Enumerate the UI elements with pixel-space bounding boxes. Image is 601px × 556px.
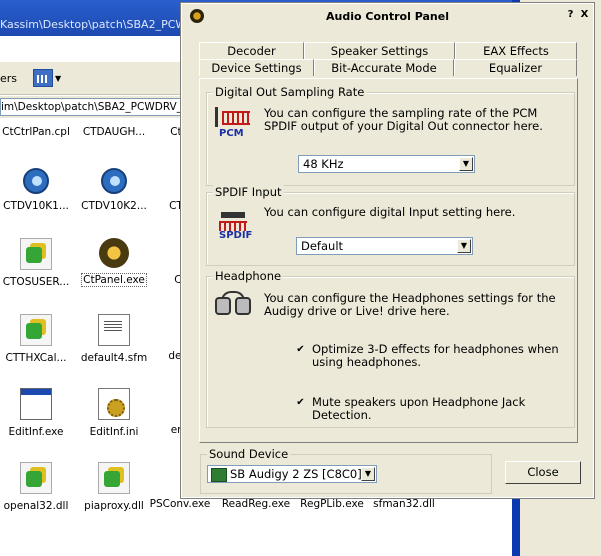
sound-device-group: Sound Device SB Audigy 2 ZS [C8C0] ▼: [200, 447, 492, 494]
sound-device-select[interactable]: SB Audigy 2 ZS [C8C0] ▼: [207, 465, 377, 483]
puzzle-icon: [20, 238, 52, 270]
satellite-dish-icon: [21, 164, 51, 194]
creative-app-icon: [99, 238, 129, 268]
views-button[interactable]: ▼: [33, 68, 65, 88]
file-label: openal32.dll: [3, 500, 69, 512]
tab-equalizer[interactable]: Equalizer: [454, 59, 577, 76]
dialog-title: Audio Control Panel: [326, 10, 449, 23]
puzzle-icon: [98, 462, 130, 494]
sound-card-icon: [211, 468, 227, 482]
sampling-rate-select[interactable]: 48 KHz ▼: [298, 155, 475, 173]
file-label: sfman32.dll: [373, 498, 435, 510]
file-label: EditInf.ini: [89, 426, 139, 438]
headphone-description: You can configure the Headphones setting…: [264, 291, 556, 318]
file-item[interactable]: CtCtrlPan.cpl: [0, 126, 76, 138]
close-window-button[interactable]: X: [578, 9, 591, 22]
spdif-icon: SPDIF: [215, 209, 253, 243]
file-label: CTDV10K1...: [3, 200, 69, 212]
checkmark-icon: ✔: [296, 344, 305, 355]
device-settings-panel: Digital Out Sampling Rate PCM You can co…: [199, 78, 578, 443]
sampling-rate-value: 48 KHz: [303, 157, 344, 171]
file-label: ReadReg.exe: [221, 498, 291, 510]
spdif-input-group: SPDIF Input SPDIF You can configure digi…: [206, 185, 575, 266]
sound-device-value: SB Audigy 2 ZS [C8C0]: [230, 467, 362, 481]
spdif-caption: SPDIF: [219, 230, 253, 241]
file-item[interactable]: CTOSUSER...: [0, 238, 76, 288]
document-icon: [98, 314, 130, 346]
file-label: CTDAUGH...: [82, 126, 146, 138]
spdif-input-description: You can configure digital Input setting …: [264, 205, 516, 219]
mute-speakers-label: Mute speakers upon Headphone Jack Detect…: [312, 395, 526, 422]
headphone-group: Headphone You can configure the Headphon…: [206, 269, 575, 428]
spdif-input-label: SPDIF Input: [213, 185, 284, 199]
digital-out-label: Digital Out Sampling Rate: [213, 85, 367, 99]
file-label: piaproxy.dll: [84, 500, 144, 512]
settings-file-icon: [98, 388, 130, 420]
optimize-3d-label: Optimize 3-D effects for headphones when…: [312, 342, 559, 369]
sound-device-label: Sound Device: [207, 447, 291, 461]
chevron-down-icon: ▼: [55, 74, 62, 83]
toolbar-fragment[interactable]: ers: [0, 72, 17, 85]
chevron-down-icon: ▼: [459, 157, 473, 171]
puzzle-icon: [20, 462, 52, 494]
digital-out-group: Digital Out Sampling Rate PCM You can co…: [206, 85, 575, 186]
tab-eax-effects[interactable]: EAX Effects: [455, 42, 577, 59]
explorer-title: Kassim\Desktop\patch\SBA2_PCWD: [0, 18, 195, 31]
headphones-icon: [215, 291, 251, 321]
file-label: CTTHXCal...: [5, 352, 67, 364]
headphone-label: Headphone: [213, 269, 284, 283]
puzzle-icon: [20, 314, 52, 346]
views-icon: [33, 69, 53, 87]
audio-control-panel-dialog: Audio Control Panel ? X Decoder Speaker …: [180, 2, 595, 499]
close-button[interactable]: Close: [505, 461, 581, 484]
chevron-down-icon: ▼: [457, 239, 471, 253]
tab-device-settings[interactable]: Device Settings: [199, 59, 314, 76]
pcm-icon: PCM: [215, 107, 251, 141]
window-icon: [20, 388, 52, 420]
pcm-caption: PCM: [219, 128, 244, 139]
file-label: default4.sfm: [80, 352, 148, 364]
file-item[interactable]: EditInf.exe: [0, 388, 76, 438]
chevron-down-icon: ▼: [361, 467, 375, 481]
digital-out-description: You can configure the sampling rate of t…: [264, 106, 543, 133]
tab-bit-accurate-mode[interactable]: Bit-Accurate Mode: [314, 59, 454, 76]
tab-speaker-settings[interactable]: Speaker Settings: [304, 42, 455, 59]
file-label: RegPLib.exe: [300, 498, 364, 510]
dialog-titlebar[interactable]: Audio Control Panel ? X: [184, 6, 591, 26]
address-field[interactable]: im\Desktop\patch\SBA2_PCWDRV_: [0, 98, 194, 116]
file-label: CTDV10K2...: [81, 200, 147, 212]
file-label: PSConv.exe: [149, 498, 211, 510]
file-label: CtCtrlPan.cpl: [2, 126, 70, 138]
file-item[interactable]: CTTHXCal...: [0, 314, 76, 364]
spdif-input-select[interactable]: Default ▼: [296, 237, 473, 255]
file-item[interactable]: CTDV10K1...: [0, 164, 76, 212]
checkmark-icon: ✔: [296, 397, 305, 408]
satellite-dish-icon: [99, 164, 129, 194]
file-label: CTOSUSER...: [2, 276, 70, 288]
tab-decoder[interactable]: Decoder: [199, 42, 304, 59]
file-label: CtPanel.exe: [81, 273, 147, 287]
spdif-input-value: Default: [301, 239, 344, 253]
file-item[interactable]: openal32.dll: [0, 462, 76, 512]
file-label: EditInf.exe: [8, 426, 64, 438]
help-button[interactable]: ?: [564, 9, 577, 22]
